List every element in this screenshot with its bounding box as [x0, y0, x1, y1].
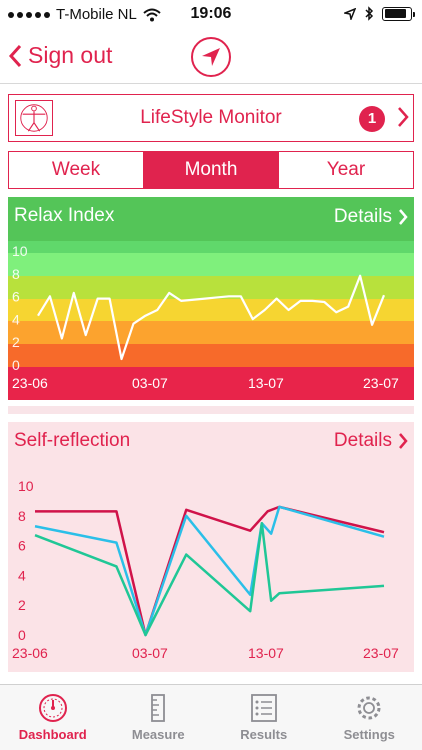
- self-y-tick-label: 0: [18, 627, 26, 643]
- relax-y-tick-label: 0: [12, 357, 20, 373]
- tab-settings-label: Settings: [343, 727, 395, 742]
- location-button[interactable]: [191, 37, 231, 77]
- relax-y-tick-label: 8: [12, 266, 20, 282]
- self-details-label: Details: [333, 430, 392, 451]
- relax-y-tick-label: 10: [12, 243, 28, 259]
- relax-y-tick-label: 4: [12, 311, 20, 327]
- self-y-tick-label: 10: [18, 478, 34, 494]
- self-y-tick-label: 4: [18, 567, 26, 583]
- notification-badge: 1: [359, 106, 385, 132]
- self-x-tick-label: 03-07: [132, 645, 168, 661]
- panel-divider: [8, 406, 414, 414]
- self-reflection-panel: 0 2 4 6 8 10 23-06 03-07 13-07 23-07 Self-reflect…: [8, 422, 414, 672]
- self-details-button[interactable]: Details: [334, 430, 408, 452]
- chevron-right-icon: [399, 209, 408, 225]
- tab-dashboard-label: Dashboard: [18, 727, 87, 742]
- relax-x-tick-label: 13-07: [248, 375, 284, 391]
- status-icons: [344, 6, 415, 21]
- ruler-icon: [151, 694, 166, 722]
- relax-x-tick-label: 03-07: [132, 375, 168, 391]
- tab-results-label: Results: [240, 727, 288, 742]
- lifestyle-monitor-row[interactable]: LifeStyle Monitor 1: [8, 94, 414, 142]
- bluetooth-icon: [365, 6, 374, 21]
- location-services-icon: [344, 7, 356, 20]
- relax-index-line: [37, 274, 386, 361]
- self-reflection-chart: 0 2 4 6 8 10 23-06 03-07 13-07 23-07: [12, 478, 399, 661]
- relax-y-tick-label: 2: [12, 334, 20, 350]
- relax-index-panel: 0 2 4 6 8 10 23-06 03-07 13-07 23-07 Relax Index …: [8, 197, 414, 400]
- self-y-tick-label: 6: [18, 538, 26, 554]
- tab-bar: Dashboard Measure Results Settings: [0, 684, 422, 750]
- relax-details-label: Details: [333, 206, 392, 227]
- tab-settings[interactable]: Settings: [317, 685, 422, 750]
- self-series-green-line: [34, 522, 385, 637]
- monitor-title: LifeStyle Monitor: [140, 107, 282, 128]
- relax-details-button[interactable]: Details: [334, 206, 408, 228]
- tab-results[interactable]: Results: [211, 685, 317, 750]
- gear-icon: [357, 696, 381, 720]
- self-x-tick-label: 23-06: [12, 645, 48, 661]
- navigation-bar: Sign out: [0, 30, 422, 84]
- tab-dashboard[interactable]: Dashboard: [0, 685, 106, 750]
- battery-icon: [382, 6, 415, 21]
- chevron-right-icon: [399, 433, 408, 449]
- chevron-right-icon: [398, 107, 409, 127]
- relax-x-tick-label: 23-06: [12, 375, 48, 391]
- period-segmented-control: Week Month Year: [8, 151, 414, 189]
- relax-x-tick-label: 23-07: [363, 375, 399, 391]
- self-x-tick-label: 23-07: [363, 645, 399, 661]
- self-series-red-line: [35, 505, 385, 637]
- relax-y-tick-label: 6: [12, 289, 20, 305]
- self-y-tick-label: 8: [18, 508, 26, 524]
- sign-out-button[interactable]: Sign out: [8, 42, 112, 69]
- segment-month[interactable]: Month: [143, 152, 278, 188]
- segment-week[interactable]: Week: [9, 152, 143, 188]
- self-series-blue-line: [34, 505, 385, 637]
- segment-year[interactable]: Year: [278, 152, 413, 188]
- self-y-tick-label: 2: [18, 597, 26, 613]
- battery-level: [384, 9, 406, 18]
- speedometer-icon: [38, 694, 67, 722]
- tab-measure-label: Measure: [131, 727, 185, 742]
- self-reflection-title: Self-reflection: [14, 430, 131, 451]
- location-arrow-icon: [202, 48, 220, 66]
- list-icon: [250, 694, 277, 722]
- sign-out-label: Sign out: [28, 42, 113, 68]
- tab-measure[interactable]: Measure: [106, 685, 212, 750]
- chevron-left-icon: [8, 44, 22, 67]
- self-x-tick-label: 13-07: [248, 645, 284, 661]
- relax-index-title: Relax Index: [14, 205, 115, 226]
- status-bar: T-Mobile NL 19:06: [0, 0, 422, 30]
